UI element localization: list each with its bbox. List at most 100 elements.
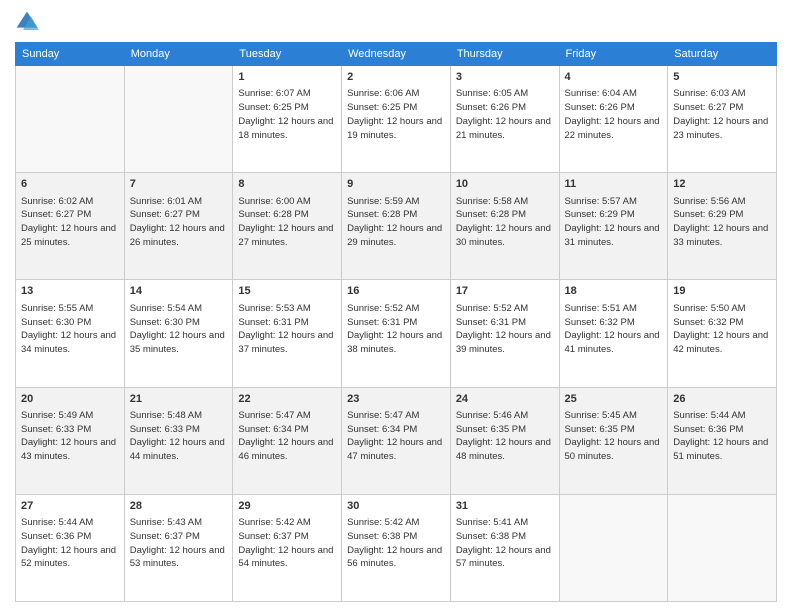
calendar: SundayMondayTuesdayWednesdayThursdayFrid… [15, 42, 777, 602]
logo-icon [15, 10, 39, 34]
day-info: Sunrise: 5:50 AMSunset: 6:32 PMDaylight:… [673, 302, 771, 357]
calendar-cell: 1Sunrise: 6:07 AMSunset: 6:25 PMDaylight… [233, 66, 342, 173]
calendar-cell: 14 Sunrise: 5:54 AMSunset: 6:30 PMDayligh… [124, 280, 233, 387]
day-info: Sunrise: 5:44 AMSunset: 6:36 PMDaylight:… [673, 409, 771, 464]
weekday-header-thursday: Thursday [450, 43, 559, 66]
day-number: 16 [347, 284, 445, 299]
day-number: 10 [456, 177, 554, 192]
calendar-cell [559, 494, 668, 601]
calendar-cell: 4 Sunrise: 6:04 AMSunset: 6:26 PMDaylight… [559, 66, 668, 173]
day-info: Sunrise: 5:42 AMSunset: 6:38 PMDaylight:… [347, 516, 445, 571]
week-row-3: 20 Sunrise: 5:49 AMSunset: 6:33 PMDayligh… [16, 387, 777, 494]
weekday-header-monday: Monday [124, 43, 233, 66]
day-number: 29 [238, 499, 336, 514]
calendar-cell: 27 Sunrise: 5:44 AMSunset: 6:36 PMDayligh… [16, 494, 125, 601]
day-number: 18 [565, 284, 663, 299]
day-info: Sunrise: 5:52 AMSunset: 6:31 PMDaylight:… [456, 302, 554, 357]
day-number: 21 [130, 392, 228, 407]
calendar-cell: 2 Sunrise: 6:06 AMSunset: 6:25 PMDaylight… [342, 66, 451, 173]
day-info: Sunrise: 5:47 AMSunset: 6:34 PMDaylight:… [347, 409, 445, 464]
day-number: 20 [21, 392, 119, 407]
day-info: Sunrise: 5:51 AMSunset: 6:32 PMDaylight:… [565, 302, 663, 357]
weekday-header-saturday: Saturday [668, 43, 777, 66]
weekday-header-tuesday: Tuesday [233, 43, 342, 66]
calendar-cell [16, 66, 125, 173]
calendar-cell: 15Sunrise: 5:53 AMSunset: 6:31 PMDayligh… [233, 280, 342, 387]
day-number: 28 [130, 499, 228, 514]
logo [15, 10, 43, 34]
day-info: Sunrise: 5:59 AMSunset: 6:28 PMDaylight:… [347, 195, 445, 250]
week-row-2: 13Sunrise: 5:55 AMSunset: 6:30 PMDayligh… [16, 280, 777, 387]
day-number: 27 [21, 499, 119, 514]
calendar-cell: 18 Sunrise: 5:51 AMSunset: 6:32 PMDayligh… [559, 280, 668, 387]
calendar-cell: 7Sunrise: 6:01 AMSunset: 6:27 PMDaylight… [124, 173, 233, 280]
day-info: Sunrise: 6:04 AMSunset: 6:26 PMDaylight:… [565, 87, 663, 142]
calendar-cell: 24 Sunrise: 5:46 AMSunset: 6:35 PMDayligh… [450, 387, 559, 494]
calendar-cell: 16 Sunrise: 5:52 AMSunset: 6:31 PMDayligh… [342, 280, 451, 387]
calendar-cell: 12 Sunrise: 5:56 AMSunset: 6:29 PMDayligh… [668, 173, 777, 280]
day-number: 19 [673, 284, 771, 299]
calendar-cell [668, 494, 777, 601]
weekday-header-wednesday: Wednesday [342, 43, 451, 66]
day-number: 8 [238, 177, 336, 192]
day-info: Sunrise: 5:46 AMSunset: 6:35 PMDaylight:… [456, 409, 554, 464]
day-number: 15 [238, 284, 336, 299]
calendar-cell: 30 Sunrise: 5:42 AMSunset: 6:38 PMDayligh… [342, 494, 451, 601]
day-number: 25 [565, 392, 663, 407]
calendar-cell: 11 Sunrise: 5:57 AMSunset: 6:29 PMDayligh… [559, 173, 668, 280]
day-info: Sunrise: 6:00 AMSunset: 6:28 PMDaylight:… [238, 195, 336, 250]
day-number: 4 [565, 70, 663, 85]
day-number: 1 [238, 70, 336, 85]
day-number: 14 [130, 284, 228, 299]
day-number: 31 [456, 499, 554, 514]
week-row-0: 1Sunrise: 6:07 AMSunset: 6:25 PMDaylight… [16, 66, 777, 173]
day-info: Sunrise: 5:41 AMSunset: 6:38 PMDaylight:… [456, 516, 554, 571]
calendar-cell: 17 Sunrise: 5:52 AMSunset: 6:31 PMDayligh… [450, 280, 559, 387]
day-info: Sunrise: 6:01 AMSunset: 6:27 PMDaylight:… [130, 195, 228, 250]
day-info: Sunrise: 5:57 AMSunset: 6:29 PMDaylight:… [565, 195, 663, 250]
weekday-header-sunday: Sunday [16, 43, 125, 66]
calendar-cell: 20 Sunrise: 5:49 AMSunset: 6:33 PMDayligh… [16, 387, 125, 494]
day-info: Sunrise: 5:48 AMSunset: 6:33 PMDaylight:… [130, 409, 228, 464]
calendar-cell: 19 Sunrise: 5:50 AMSunset: 6:32 PMDayligh… [668, 280, 777, 387]
day-number: 17 [456, 284, 554, 299]
calendar-cell: 5Sunrise: 6:03 AMSunset: 6:27 PMDaylight… [668, 66, 777, 173]
day-number: 6 [21, 177, 119, 192]
day-info: Sunrise: 5:55 AMSunset: 6:30 PMDaylight:… [21, 302, 119, 357]
calendar-cell: 3 Sunrise: 6:05 AMSunset: 6:26 PMDaylight… [450, 66, 559, 173]
day-number: 9 [347, 177, 445, 192]
day-info: Sunrise: 6:05 AMSunset: 6:26 PMDaylight:… [456, 87, 554, 142]
calendar-cell: 8 Sunrise: 6:00 AMSunset: 6:28 PMDaylight… [233, 173, 342, 280]
week-row-4: 27 Sunrise: 5:44 AMSunset: 6:36 PMDayligh… [16, 494, 777, 601]
day-info: Sunrise: 5:54 AMSunset: 6:30 PMDaylight:… [130, 302, 228, 357]
weekday-header-friday: Friday [559, 43, 668, 66]
calendar-cell [124, 66, 233, 173]
day-number: 30 [347, 499, 445, 514]
day-info: Sunrise: 5:43 AMSunset: 6:37 PMDaylight:… [130, 516, 228, 571]
day-info: Sunrise: 5:47 AMSunset: 6:34 PMDaylight:… [238, 409, 336, 464]
day-info: Sunrise: 5:58 AMSunset: 6:28 PMDaylight:… [456, 195, 554, 250]
calendar-cell: 10 Sunrise: 5:58 AMSunset: 6:28 PMDayligh… [450, 173, 559, 280]
day-number: 26 [673, 392, 771, 407]
calendar-cell: 9 Sunrise: 5:59 AMSunset: 6:28 PMDaylight… [342, 173, 451, 280]
day-info: Sunrise: 5:52 AMSunset: 6:31 PMDaylight:… [347, 302, 445, 357]
day-info: Sunrise: 5:49 AMSunset: 6:33 PMDaylight:… [21, 409, 119, 464]
calendar-cell: 13Sunrise: 5:55 AMSunset: 6:30 PMDayligh… [16, 280, 125, 387]
day-info: Sunrise: 5:56 AMSunset: 6:29 PMDaylight:… [673, 195, 771, 250]
day-number: 23 [347, 392, 445, 407]
day-info: Sunrise: 6:02 AMSunset: 6:27 PMDaylight:… [21, 195, 119, 250]
day-number: 3 [456, 70, 554, 85]
day-number: 2 [347, 70, 445, 85]
day-number: 11 [565, 177, 663, 192]
day-number: 24 [456, 392, 554, 407]
day-number: 22 [238, 392, 336, 407]
header [15, 10, 777, 34]
calendar-cell: 23 Sunrise: 5:47 AMSunset: 6:34 PMDayligh… [342, 387, 451, 494]
calendar-cell: 25 Sunrise: 5:45 AMSunset: 6:35 PMDayligh… [559, 387, 668, 494]
calendar-cell: 31 Sunrise: 5:41 AMSunset: 6:38 PMDayligh… [450, 494, 559, 601]
day-info: Sunrise: 5:45 AMSunset: 6:35 PMDaylight:… [565, 409, 663, 464]
day-info: Sunrise: 6:06 AMSunset: 6:25 PMDaylight:… [347, 87, 445, 142]
calendar-cell: 29Sunrise: 5:42 AMSunset: 6:37 PMDayligh… [233, 494, 342, 601]
day-info: Sunrise: 5:44 AMSunset: 6:36 PMDaylight:… [21, 516, 119, 571]
day-number: 12 [673, 177, 771, 192]
